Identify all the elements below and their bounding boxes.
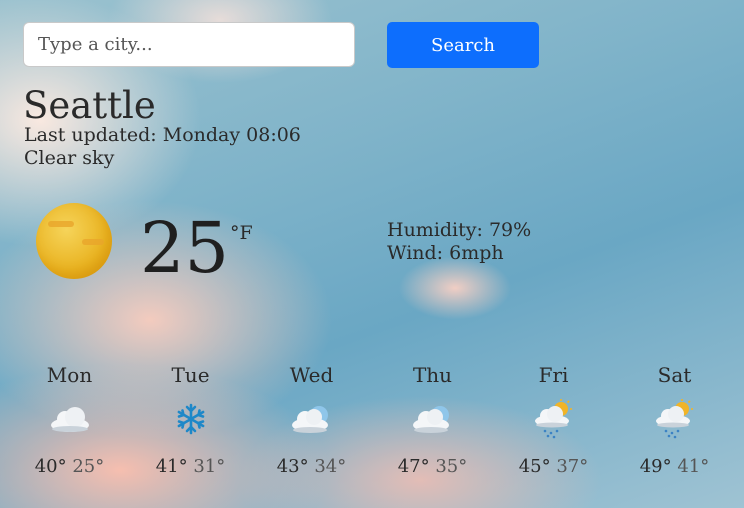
forecast-day: Wed 43° 34°: [251, 362, 372, 478]
sun-cloud-rain-icon: [655, 399, 693, 439]
forecast-day-name: Thu: [412, 363, 453, 387]
current-temperature: 25: [140, 207, 230, 289]
wind: Wind: 6mph: [387, 242, 504, 264]
temperature-unit[interactable]: °F: [230, 222, 253, 244]
weather-description: Clear sky: [24, 147, 115, 169]
forecast-high: 47°: [397, 456, 430, 477]
humidity: Humidity: 79%: [387, 219, 532, 241]
sun-cloud-rain-icon: [534, 399, 572, 439]
forecast-day-name: Sat: [657, 363, 692, 387]
last-updated: Last updated: Monday 08:06: [24, 124, 301, 146]
forecast-day-name: Fri: [538, 363, 569, 387]
cloud-icon: [412, 406, 449, 433]
forecast-day: Thu 47° 35°: [372, 362, 493, 478]
city-name: Seattle: [23, 84, 156, 127]
forecast-day-name: Wed: [289, 363, 334, 387]
forecast-high: 49°: [639, 456, 672, 477]
forecast-low: 37°: [556, 456, 589, 477]
forecast-high: 43°: [276, 456, 309, 477]
forecast-low: 35°: [435, 456, 468, 477]
search-input[interactable]: [23, 22, 355, 67]
snowflake-icon: [177, 403, 204, 435]
forecast-low: 41°: [677, 456, 710, 477]
forecast: Mon 40° 25° Tue 41° 31° Wed 43° 34° Thu …: [9, 362, 735, 478]
sun-icon: [36, 203, 112, 279]
forecast-high: 41°: [155, 456, 188, 477]
search-button[interactable]: Search: [387, 22, 539, 68]
forecast-day: Sat 49° 41°: [614, 362, 735, 478]
forecast-day: Mon 40° 25°: [9, 362, 130, 478]
forecast-day-name: Mon: [46, 363, 93, 387]
forecast-day: Tue 41° 31°: [130, 362, 251, 478]
forecast-high: 40°: [34, 456, 67, 477]
forecast-day-name: Tue: [171, 363, 210, 387]
forecast-low: 25°: [72, 456, 105, 477]
forecast-day: Fri 45° 37°: [493, 362, 614, 478]
cloud-icon: [50, 407, 89, 432]
forecast-low: 34°: [314, 456, 347, 477]
forecast-high: 45°: [518, 456, 551, 477]
forecast-low: 31°: [193, 456, 226, 477]
cloud-icon: [291, 406, 328, 433]
